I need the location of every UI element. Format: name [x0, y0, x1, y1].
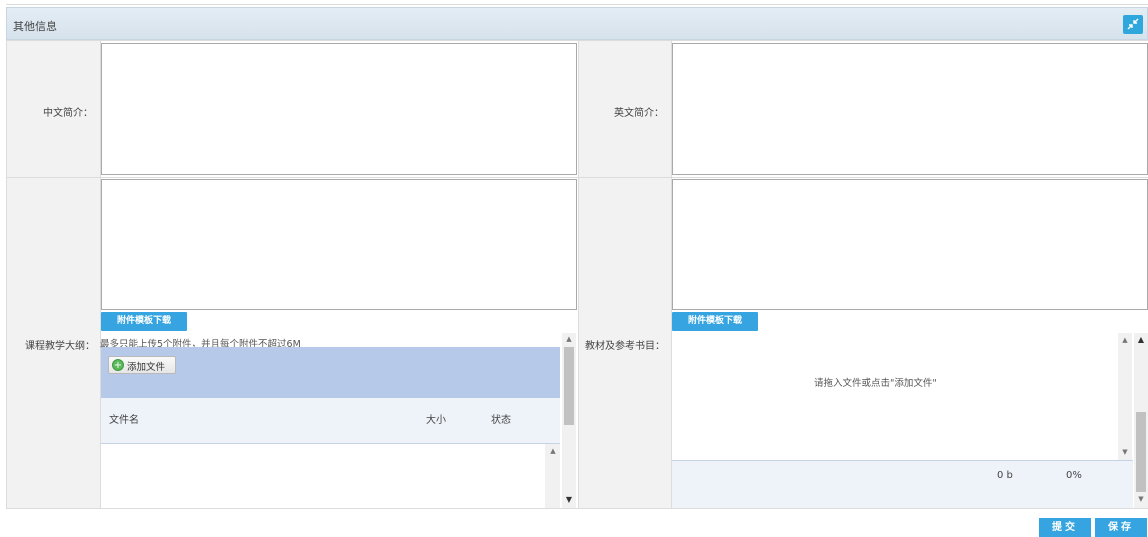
scroll-up-icon[interactable]: ▲ [564, 335, 574, 343]
grid-line [6, 177, 1148, 178]
file-table-header: 文件名 大小 状态 [101, 398, 560, 444]
scroll-up-icon[interactable]: ▲ [1120, 336, 1130, 344]
scroll-down-icon[interactable]: ▼ [1136, 495, 1146, 503]
col-size: 大小 [426, 415, 446, 426]
grid-line [6, 508, 1148, 509]
panel-title: 其他信息 [13, 20, 57, 33]
textbook-label: 教材及参考书目： [585, 341, 665, 352]
drop-area-scrollbar[interactable] [1118, 333, 1132, 460]
syllabus-scroll-thumb[interactable] [564, 347, 574, 425]
collapse-arrows-icon[interactable] [1123, 15, 1143, 34]
panel-header: 其他信息 [6, 7, 1148, 40]
cn-intro-textarea[interactable] [101, 43, 577, 175]
syllabus-textarea[interactable] [101, 179, 577, 310]
add-file-label: 添加文件 [127, 362, 166, 373]
syllabus-label: 课程教学大纲： [25, 341, 95, 352]
en-intro-label: 英文简介： [614, 108, 664, 119]
textbook-status-bar [672, 460, 1133, 508]
col-filename: 文件名 [109, 415, 139, 426]
progress-percent: 0% [1066, 470, 1082, 481]
add-file-button[interactable]: + 添加文件 [108, 356, 176, 374]
total-size: 0 b [997, 470, 1013, 481]
col-status: 状态 [491, 415, 511, 426]
textbook-textarea[interactable] [672, 179, 1148, 310]
plus-icon: + [112, 359, 124, 371]
textbook-scroll-thumb[interactable] [1136, 412, 1146, 492]
scroll-up-icon[interactable]: ▲ [548, 447, 558, 455]
textbook-template-download-button[interactable]: 附件模板下载 [672, 312, 758, 331]
scroll-down-icon[interactable]: ▼ [1120, 448, 1130, 456]
submit-button[interactable]: 提交 [1039, 518, 1091, 537]
save-button[interactable]: 保存 [1095, 518, 1147, 537]
scroll-up-icon[interactable]: ▲ [1136, 335, 1146, 344]
top-divider [6, 4, 1148, 5]
file-list [101, 444, 560, 508]
en-intro-textarea[interactable] [672, 43, 1148, 175]
scroll-down-icon[interactable]: ▼ [564, 495, 574, 504]
drop-hint: 请拖入文件或点击"添加文件" [814, 378, 937, 389]
grid-line [6, 40, 1148, 41]
cn-intro-label: 中文简介： [43, 108, 93, 119]
syllabus-template-download-button[interactable]: 附件模板下载 [101, 312, 187, 331]
